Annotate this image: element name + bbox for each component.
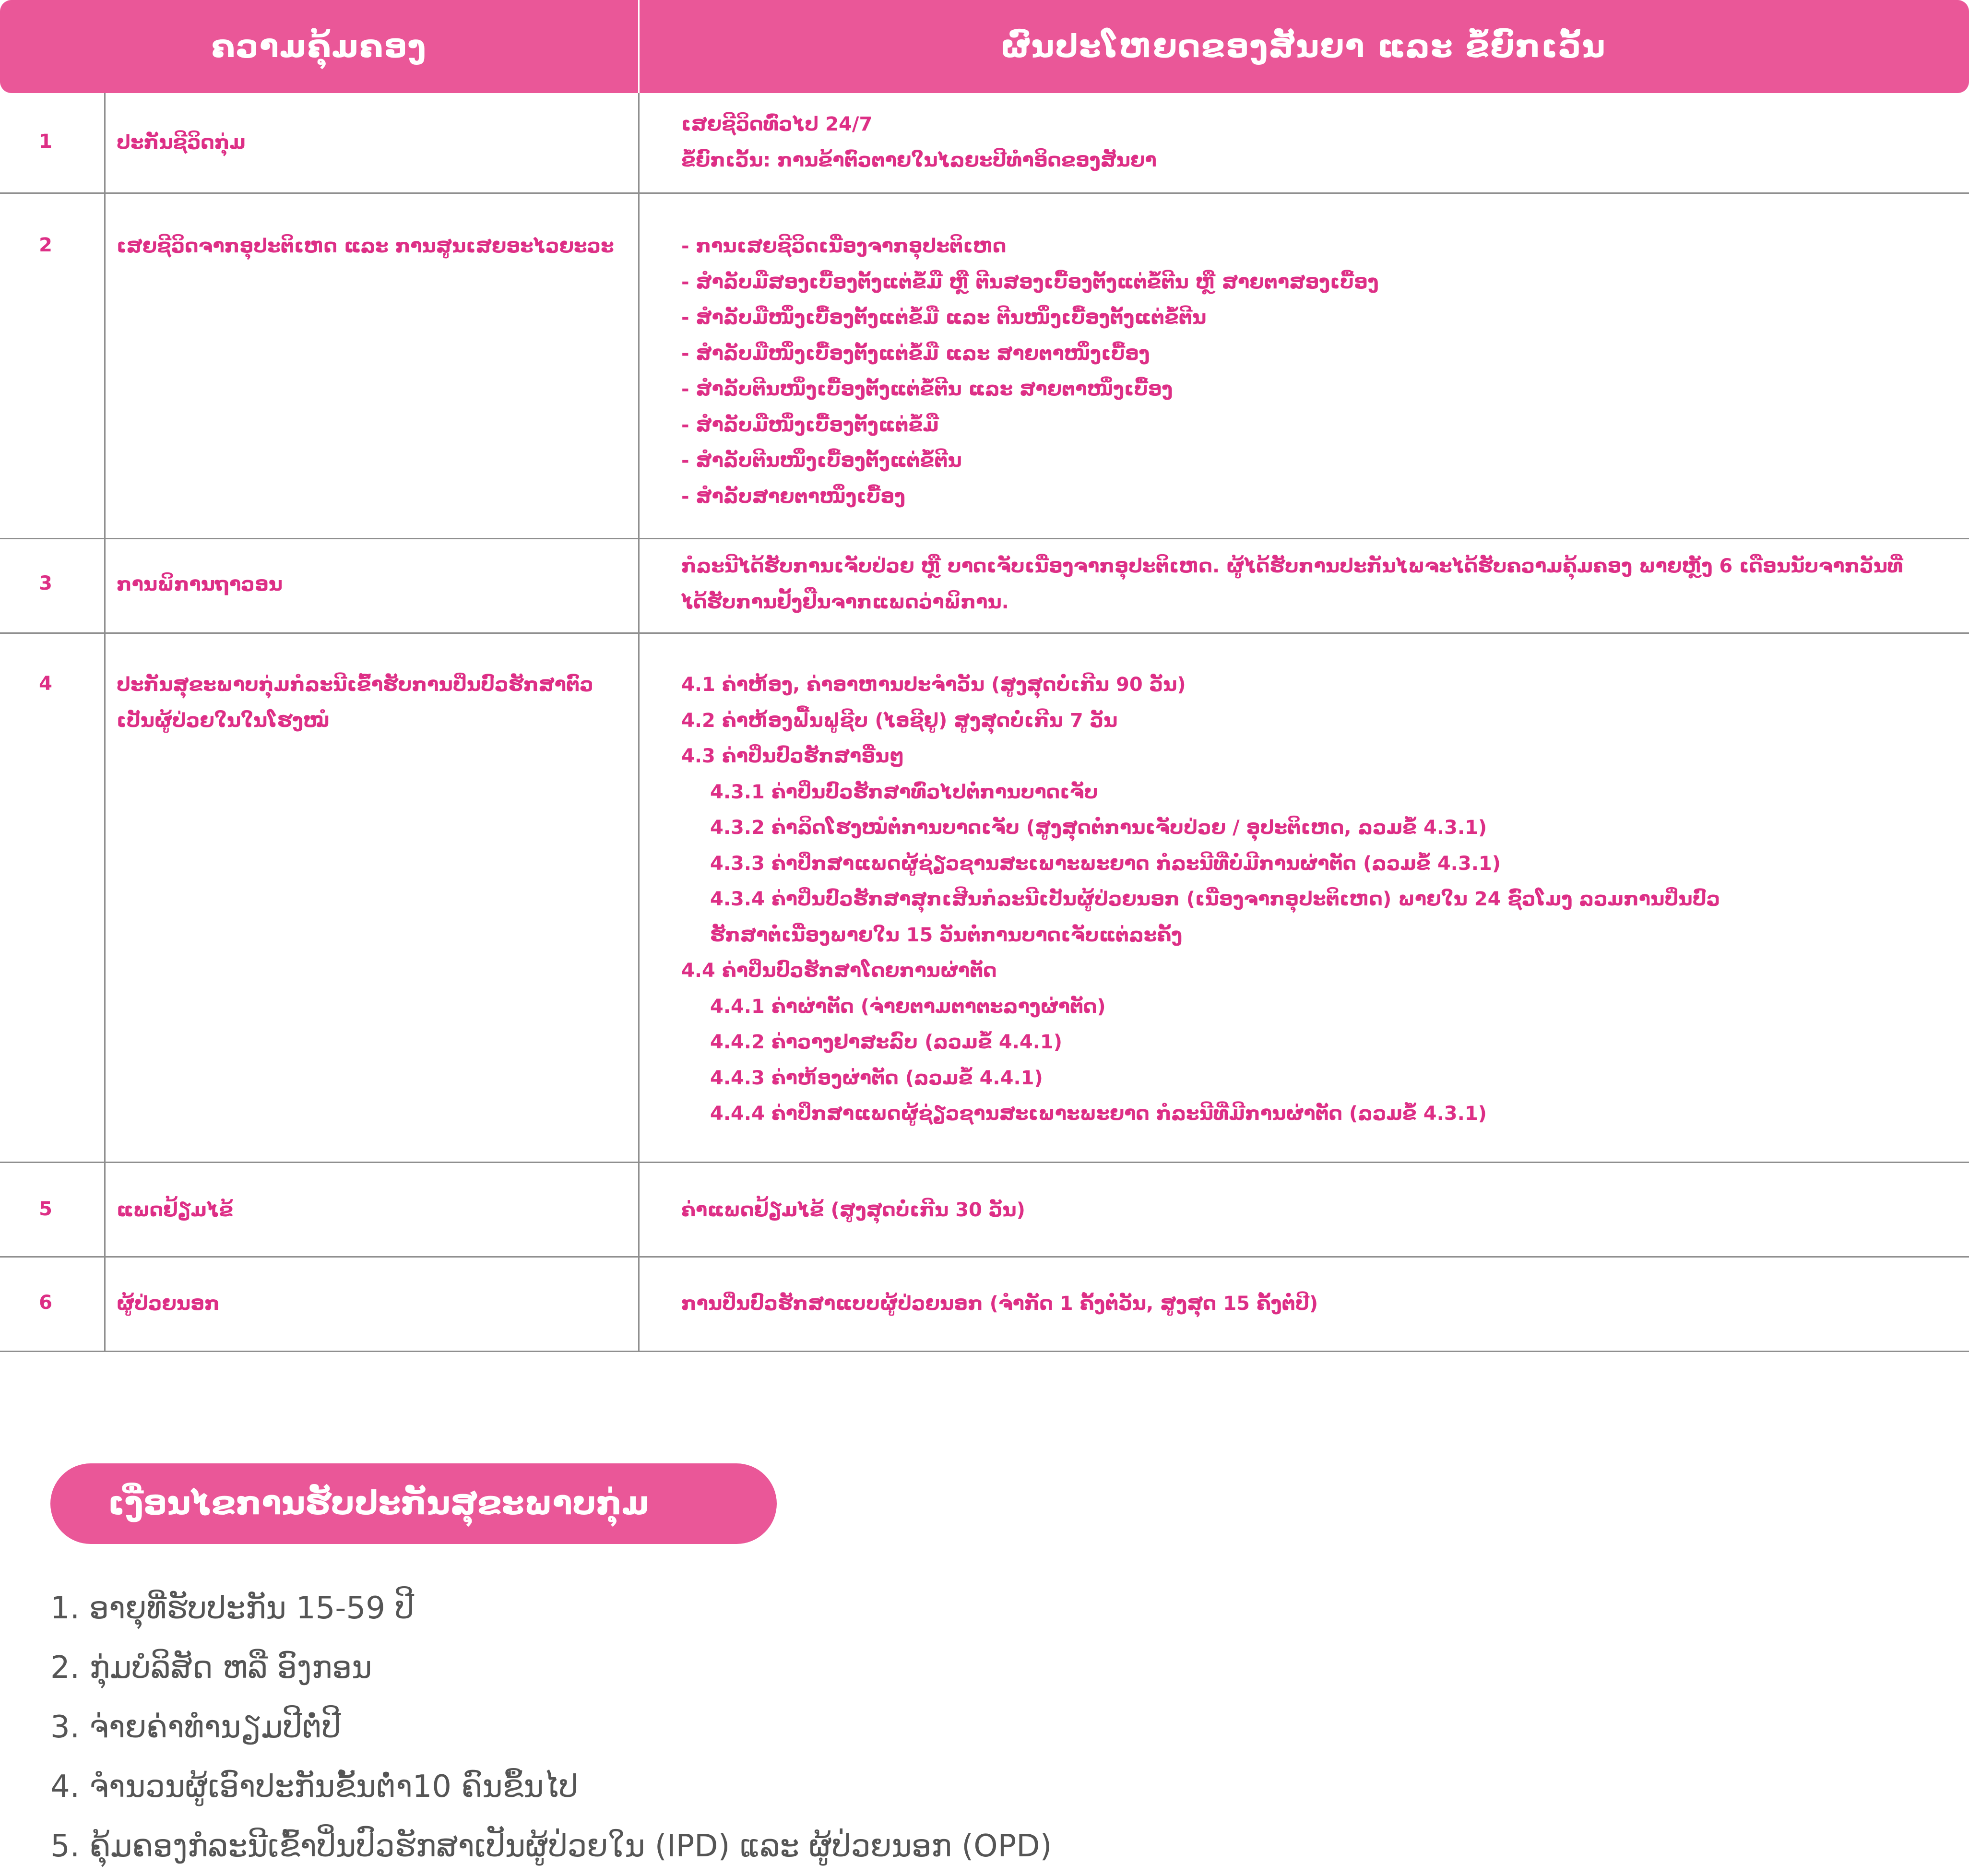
row-title: ແພດຢ້ຽມໄຂ້: [117, 1199, 234, 1221]
row-title: ການພິການຖາວອນ: [117, 573, 283, 595]
row-number: 1: [39, 131, 52, 153]
column-divider: [638, 1162, 640, 1256]
row-number: 3: [39, 572, 52, 594]
conditions-heading: ເງື່ອນໄຂການຮັບປະກັນສຸຂະພາບກຸ່ມ: [50, 1463, 777, 1544]
table-header: ຄວາມຄຸ້ມຄອງ ຜົນປະໂຫຍດຂອງສັນຍາ ແລະ ຂໍ້ຍົກ…: [0, 0, 1969, 93]
benefit-line: ຄ່າແພດຢ້ຽມໄຂ້ (ສູງສຸດບໍ່ເກີນ 30 ວັນ): [681, 1199, 1025, 1221]
row-number: 2: [39, 234, 52, 256]
benefit-line: - ສຳລັບສາຍຕາໜຶ່ງເບື້ອງ: [681, 485, 905, 508]
benefit-line: 4.3 ຄ່າປິ່ນປົວຮັກສາອື່ນໆ: [681, 745, 904, 767]
benefit-subline: 4.3.1 ຄ່າປິ່ນປົວຮັກສາທົ່ວໄປຕໍ່ການບາດເຈັບ: [710, 781, 1098, 803]
table-row: 5 ແພດຢ້ຽມໄຂ້ ຄ່າແພດຢ້ຽມໄຂ້ (ສູງສຸດບໍ່ເກີ…: [0, 1162, 1969, 1258]
row-benefits: - ການເສຍຊີວິດເນື່ອງຈາກອຸປະຕິເຫດ - ສຳລັບມ…: [681, 228, 1943, 514]
list-item: 5. ຄຸ້ມຄອງກໍລະນີເຂົ້າປິ່ນປົວຮັກສາເປັນຜູ້…: [50, 1829, 1052, 1864]
row-benefits: ກໍລະນີໄດ້ຮັບການເຈັບປ່ວຍ ຫຼື ບາດເຈັບເນື່ອ…: [681, 548, 1943, 620]
conditions-list: 1. ອາຍຸທີ່ຮັບປະກັນ 15-59 ປີ 2. ກຸ່ມບໍລິສ…: [50, 1579, 1490, 1876]
column-divider: [104, 192, 106, 538]
benefit-line: - ສຳລັບມືໜຶ່ງເບື້ອງຕັ້ງແຕ່ຂໍ້ມື: [681, 414, 939, 436]
column-divider: [104, 1162, 106, 1256]
table-row: 3 ການພິການຖາວອນ ກໍລະນີໄດ້ຮັບການເຈັບປ່ວຍ …: [0, 538, 1969, 634]
benefit-line: 4.4 ຄ່າປິ່ນປົວຮັກສາໂດຍການຜ່າຕັດ: [681, 960, 997, 982]
benefit-line: - ສຳລັບຕີນໜຶ່ງເບື້ອງຕັ້ງແຕ່ຂໍ້ຕີນ ແລະ ສາ…: [681, 378, 1173, 400]
column-divider: [638, 538, 640, 632]
header-benefits: ຜົນປະໂຫຍດຂອງສັນຍາ ແລະ ຂໍ້ຍົກເວັ້ນ: [1001, 28, 1606, 65]
row-benefits: ຄ່າແພດຢ້ຽມໄຂ້ (ສູງສຸດບໍ່ເກີນ 30 ວັນ): [681, 1192, 1943, 1228]
table-row: 1 ປະກັນຊີວິດກຸ່ມ ເສຍຊີວິດທົ່ວໄປ 24/7 ຂໍ້…: [0, 93, 1969, 194]
row-title: ເສຍຊີວິດຈາກອຸປະຕິເຫດ ແລະ ການສູນເສຍອະໄວຍະ…: [117, 235, 614, 257]
table-row: 6 ຜູ້ປ່ວຍນອກ ການປິ່ນປົວຮັກສາແບບຜູ້ປ່ວຍນອ…: [0, 1256, 1969, 1352]
benefit-subline: 4.4.1 ຄ່າຜ່າຕັດ (ຈ່າຍຕາມຕາຕະລາງຜ່າຕັດ): [710, 995, 1106, 1018]
column-divider: [104, 1256, 106, 1351]
benefit-line: - ການເສຍຊີວິດເນື່ອງຈາກອຸປະຕິເຫດ: [681, 235, 1007, 257]
benefit-line: ຂໍ້ຍົກເວັ້ນ: ການຂ້າຕົວຕາຍໃນໄລຍະປີທຳອິດຂອ…: [681, 149, 1157, 171]
row-benefits: 4.1 ຄ່າຫ້ອງ, ຄ່າອາຫານປະຈຳວັນ (ສູງສຸດບໍ່ເ…: [681, 667, 1943, 1132]
column-divider: [104, 632, 106, 1162]
column-divider: [638, 632, 640, 1162]
benefit-subline: 4.3.3 ຄ່າປຶກສາແພດຜູ້ຊ່ຽວຊານສະເພາະພະຍາດ ກ…: [710, 852, 1501, 875]
row-benefits: ເສຍຊີວິດທົ່ວໄປ 24/7 ຂໍ້ຍົກເວັ້ນ: ການຂ້າຕ…: [681, 107, 1943, 178]
list-item: 4. ຈຳນວນຜູ້ເອົາປະກັນຂັ້ນຕ່ຳ10 ຄົນຂຶ້ນໄປ: [50, 1769, 578, 1805]
list-item: 3. ຈ່າຍຄ່າທຳນຽມປີຕໍ່ປີ: [50, 1710, 341, 1745]
benefit-line: ໄດ້ຮັບການຢັ້ງຢືນຈາກແພດວ່າພິການ.: [681, 591, 1009, 613]
benefit-subline: 4.4.4 ຄ່າປຶກສາແພດຜູ້ຊ່ຽວຊານສະເພາະພະຍາດ ກ…: [710, 1103, 1487, 1125]
column-divider: [638, 93, 640, 192]
benefit-subline: 4.3.2 ຄ່າລິດໂຮງໝໍຕໍ່ການບາດເຈັບ (ສູງສຸດຕໍ…: [710, 817, 1487, 839]
row-title-line: ປະກັນສຸຂະພາບກຸ່ມກໍລະນີເຂົ້າຮັບການປິ່ນປົວ…: [117, 674, 593, 696]
row-title: ປະກັນຊີວິດກຸ່ມ: [117, 131, 246, 154]
column-divider: [104, 538, 106, 632]
column-divider: [638, 1256, 640, 1351]
table-row: 4 ປະກັນສຸຂະພາບກຸ່ມກໍລະນີເຂົ້າຮັບການປິ່ນປ…: [0, 632, 1969, 1163]
benefit-subline: 4.4.2 ຄ່າວາງຢາສະລົບ (ລວມຂໍ້ 4.4.1): [710, 1031, 1063, 1053]
row-number: 4: [39, 673, 52, 695]
row-number: 6: [39, 1292, 52, 1314]
conditions-title: ເງື່ອນໄຂການຮັບປະກັນສຸຂະພາບກຸ່ມ: [108, 1484, 649, 1522]
row-title: ປະກັນສຸຂະພາບກຸ່ມກໍລະນີເຂົ້າຮັບການປິ່ນປົວ…: [117, 667, 625, 739]
row-title: ຜູ້ປ່ວຍນອກ: [117, 1293, 220, 1315]
row-number: 5: [39, 1198, 52, 1220]
benefit-line: - ສຳລັບມືສອງເບື້ອງຕັ້ງແຕ່ຂໍ້ມື ຫຼື ຕີນສອ…: [681, 271, 1379, 293]
benefit-line: - ສຳລັບຕີນໜຶ່ງເບື້ອງຕັ້ງແຕ່ຂໍ້ຕີນ: [681, 450, 962, 472]
column-divider: [104, 93, 106, 192]
benefit-subline: 4.4.3 ຄ່າຫ້ອງຜ່າຕັດ (ລວມຂໍ້ 4.4.1): [710, 1067, 1043, 1089]
benefit-line: - ສຳລັບມືໜຶ່ງເບື້ອງຕັ້ງແຕ່ຂໍ້ມື ແລະ ຕີນໜ…: [681, 307, 1207, 329]
benefit-line: ກໍລະນີໄດ້ຮັບການເຈັບປ່ວຍ ຫຼື ບາດເຈັບເນື່ອ…: [681, 555, 1903, 577]
benefit-line: ເສຍຊີວິດທົ່ວໄປ 24/7: [681, 113, 873, 135]
list-item: 2. ກຸ່ມບໍລິສັດ ຫລື ອົງກອນ: [50, 1650, 372, 1686]
table-row: 2 ເສຍຊີວິດຈາກອຸປະຕິເຫດ ແລະ ການສູນເສຍອະໄວ…: [0, 192, 1969, 539]
benefit-subline: ຮັກສາຕໍ່ເນື່ອງພາຍໃນ 15 ວັນຕໍ່ການບາດເຈັບແ…: [710, 924, 1183, 946]
column-divider: [638, 192, 640, 538]
header-coverage: ຄວາມຄຸ້ມຄອງ: [211, 28, 427, 65]
list-item: 1. ອາຍຸທີ່ຮັບປະກັນ 15-59 ປີ: [50, 1591, 415, 1626]
benefit-subline: 4.3.4 ຄ່າປິ່ນປົວຮັກສາສຸກເສີນກໍລະນີເປັນຜູ…: [710, 888, 1720, 910]
row-benefits: ການປິ່ນປົວຮັກສາແບບຜູ້ປ່ວຍນອກ (ຈຳກັດ 1 ຄັ…: [681, 1286, 1943, 1322]
benefit-line: 4.1 ຄ່າຫ້ອງ, ຄ່າອາຫານປະຈຳວັນ (ສູງສຸດບໍ່ເ…: [681, 674, 1186, 696]
benefit-line: ການປິ່ນປົວຮັກສາແບບຜູ້ປ່ວຍນອກ (ຈຳກັດ 1 ຄັ…: [681, 1293, 1318, 1315]
benefit-line: - ສຳລັບມືໜຶ່ງເບື້ອງຕັ້ງແຕ່ຂໍ້ມື ແລະ ສາຍຕ…: [681, 342, 1150, 365]
row-title-line: ເປັນຜູ້ປ່ວຍໃນໃນໂຮງໝໍ: [117, 710, 330, 732]
benefit-line: 4.2 ຄ່າຫ້ອງຟື້ນຟູຊີບ (ໄອຊີຢູ) ສູງສຸດບໍ່ເ…: [681, 709, 1118, 732]
